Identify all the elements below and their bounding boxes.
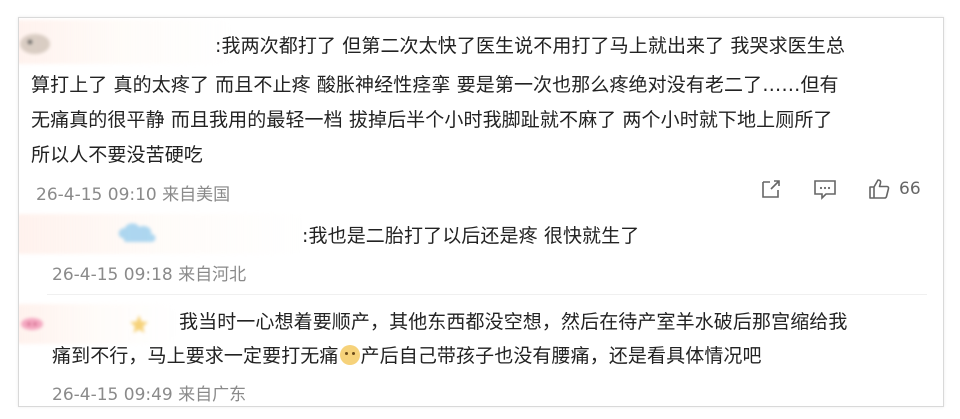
comment-actions: 66 bbox=[759, 178, 921, 200]
like-button[interactable]: 66 bbox=[867, 178, 921, 200]
smile-emoji-icon bbox=[339, 345, 360, 365]
like-count: 66 bbox=[899, 179, 921, 199]
comment-icon[interactable] bbox=[813, 178, 837, 200]
comment-text-line: 无痛真的很平静 而且我用的最轻一档 拔掉后半个小时我脚趾就不麻了 两个小时就下地… bbox=[31, 109, 833, 131]
reply-timestamp: 26-4-15 09:49 来自广东 bbox=[52, 385, 247, 405]
share-icon[interactable] bbox=[759, 178, 783, 200]
avatar-username-blurred[interactable] bbox=[19, 20, 231, 64]
reply-avatar-username-blurred[interactable] bbox=[19, 214, 305, 254]
avatar-sticker-icon bbox=[20, 34, 50, 54]
reply-text-line: 我当时一心想着要顺产，其他东西都没空想，然后在待产室羊水破后那宫缩给我 bbox=[179, 311, 848, 333]
reply-text-segment: 痛到不行，马上要求一定要打无痛 bbox=[52, 345, 339, 367]
comment-timestamp: 26-4-15 09:10 来自美国 bbox=[36, 185, 231, 205]
reply-avatar-username-blurred[interactable] bbox=[19, 304, 175, 344]
reply-divider bbox=[47, 294, 927, 295]
reply-text-line: 痛到不行，马上要求一定要打无痛 产后自己带孩子也没有腰痛，还是看具体情况吧 bbox=[52, 342, 762, 371]
star-sticker-icon bbox=[130, 315, 148, 333]
comment-text-line: 所以人不要没苦硬吃 bbox=[31, 144, 203, 166]
cloud-sticker-icon bbox=[118, 223, 156, 242]
pig-sticker-icon bbox=[21, 318, 43, 330]
reply-text: :我也是二胎打了以后还是疼 很快就生了 bbox=[302, 225, 640, 247]
comment-card: :我两次都打了 但第二次太快了医生说不用打了马上就出来了 我哭求医生总 算打上了… bbox=[18, 17, 944, 407]
like-icon bbox=[867, 178, 891, 200]
reply-text-segment: 产后自己带孩子也没有腰痛，还是看具体情况吧 bbox=[360, 345, 762, 367]
comment-text-line: 算打上了 真的太疼了 而且不止疼 酸胀神经性痉挛 要是第一次也那么疼绝对没有老二… bbox=[31, 74, 839, 96]
comment-text-line: :我两次都打了 但第二次太快了医生说不用打了马上就出来了 我哭求医生总 bbox=[215, 35, 845, 57]
reply-timestamp: 26-4-15 09:18 来自河北 bbox=[52, 265, 247, 285]
